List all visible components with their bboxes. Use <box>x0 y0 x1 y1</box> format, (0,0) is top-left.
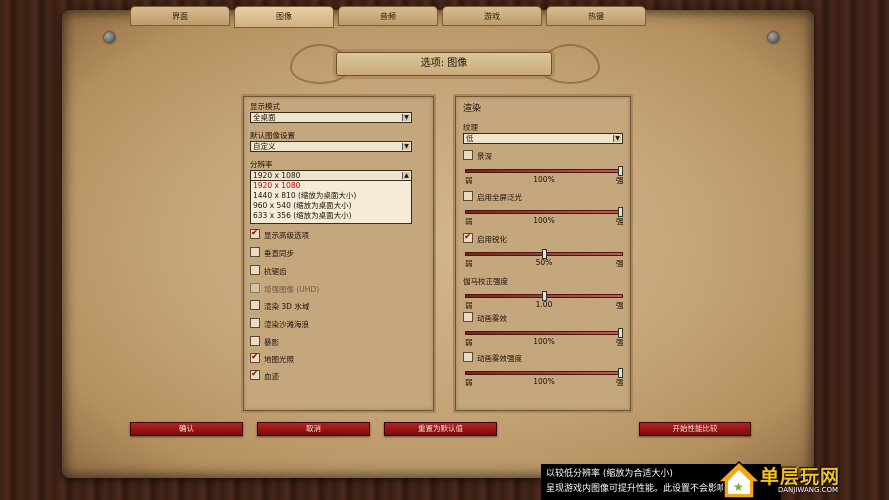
checkbox-label: 动画雾效强度 <box>477 354 522 363</box>
resolution-option[interactable]: 633 x 356 (缩放为桌面大小) <box>251 211 411 221</box>
slider-value: 100% <box>533 175 555 184</box>
slider[interactable] <box>465 249 623 259</box>
texture-select[interactable]: 低 ▼ <box>463 133 623 144</box>
logo-subtext: DANJIWANG.COM <box>778 486 839 494</box>
default-settings-label: 默认图像设置 <box>250 131 295 140</box>
options-parchment <box>62 10 814 478</box>
checkbox[interactable] <box>250 318 260 328</box>
resolution-option[interactable]: 1440 x 810 (缩放为桌面大小) <box>251 191 411 201</box>
resolution-dropdown-list: 1920 x 1080 1440 x 810 (缩放为桌面大小) 960 x 5… <box>250 180 412 224</box>
reset-defaults-button[interactable]: 重置为默认值 <box>384 422 497 436</box>
slider[interactable] <box>465 207 623 217</box>
checkbox[interactable] <box>250 228 260 239</box>
slider[interactable] <box>465 328 623 338</box>
checkbox[interactable] <box>250 369 260 380</box>
tab-game[interactable]: 游戏 <box>442 6 542 26</box>
checkbox[interactable] <box>250 265 260 275</box>
checkbox-label: 景深 <box>477 152 492 161</box>
checkbox[interactable] <box>463 352 473 362</box>
display-mode-value: 全桌面 <box>253 113 276 122</box>
checkbox-label: 垂直同步 <box>264 249 294 258</box>
resolution-label: 分辨率 <box>250 160 273 169</box>
chevron-up-icon: ▲ <box>402 172 410 179</box>
resolution-value: 1920 x 1080 <box>253 171 301 180</box>
checkbox-label: 启用全屏泛光 <box>477 193 522 202</box>
checkbox-label: 增强图像 (UHD) <box>264 285 320 294</box>
slider-max-label: 强 <box>616 301 624 310</box>
slider-value: 100% <box>533 337 555 346</box>
render-heading: 渲染 <box>463 104 482 114</box>
checkbox-label: 显示高级选项 <box>264 231 309 240</box>
slider-min-label: 弱 <box>465 217 473 226</box>
checkbox[interactable] <box>463 191 473 201</box>
rivet-icon <box>768 32 779 43</box>
slider[interactable] <box>465 368 623 378</box>
checkbox[interactable] <box>463 150 473 160</box>
slider-max-label: 强 <box>616 338 624 347</box>
logo-text: 单层玩网 <box>760 466 841 488</box>
slider-value: 100% <box>533 377 555 386</box>
resolution-option[interactable]: 1920 x 1080 <box>251 181 411 191</box>
slider-max-label: 强 <box>616 176 624 185</box>
checkbox[interactable] <box>250 247 260 257</box>
watermark-logo: ★ 单层玩网 DANJIWANG.COM <box>712 458 889 500</box>
ok-button[interactable]: 确认 <box>130 422 243 436</box>
tab-hotkeys[interactable]: 热键 <box>546 6 646 26</box>
slider-max-label: 强 <box>616 259 624 268</box>
options-tabbar: 界面 图像 音频 游戏 热键 <box>130 6 646 28</box>
default-settings-value: 自定义 <box>253 142 276 151</box>
checkbox-label: 动画雾效 <box>477 314 507 323</box>
slider[interactable] <box>465 291 623 301</box>
slider-min-label: 弱 <box>465 259 473 268</box>
checkbox[interactable] <box>250 352 260 363</box>
chevron-down-icon: ▼ <box>402 114 410 121</box>
setting-label: 伽马校正强度 <box>463 277 508 286</box>
checkbox-label: 地图光照 <box>264 355 294 364</box>
display-mode-select[interactable]: 全桌面 ▼ <box>250 112 412 123</box>
checkbox[interactable] <box>250 336 260 346</box>
checkbox-label: 暴影 <box>264 338 279 347</box>
cancel-button[interactable]: 取消 <box>257 422 370 436</box>
slider-min-label: 弱 <box>465 176 473 185</box>
slider-min-label: 弱 <box>465 338 473 347</box>
page-title: 选项: 图像 <box>336 52 552 76</box>
slider-min-label: 弱 <box>465 378 473 387</box>
checkbox-label: 渲染 3D 水域 <box>264 302 310 311</box>
house-icon: ★ <box>716 460 762 499</box>
texture-label: 纹理 <box>463 123 478 132</box>
chevron-down-icon: ▼ <box>402 143 410 150</box>
checkbox-label: 抗锯齿 <box>264 267 287 276</box>
checkbox-label: 渲染沙滩海浪 <box>264 320 309 329</box>
slider-max-label: 强 <box>616 378 624 387</box>
resolution-option[interactable]: 960 x 540 (缩放为桌面大小) <box>251 201 411 211</box>
slider[interactable] <box>465 166 623 176</box>
benchmark-button[interactable]: 开始性能比较 <box>639 422 751 436</box>
rivet-icon <box>104 32 115 43</box>
slider-value: 100% <box>533 216 555 225</box>
slider-value: 50% <box>535 258 553 267</box>
checkbox[interactable] <box>250 300 260 310</box>
slider-value: 1.00 <box>535 300 553 309</box>
tab-audio[interactable]: 音频 <box>338 6 438 26</box>
checkbox[interactable] <box>463 312 473 322</box>
texture-value: 低 <box>466 134 474 143</box>
tab-interface[interactable]: 界面 <box>130 6 230 26</box>
svg-text:★: ★ <box>733 480 744 494</box>
display-mode-label: 显示模式 <box>250 102 280 111</box>
chevron-down-icon: ▼ <box>613 135 621 142</box>
slider-max-label: 强 <box>616 217 624 226</box>
checkbox-label: 血迹 <box>264 372 279 381</box>
default-settings-select[interactable]: 自定义 ▼ <box>250 141 412 152</box>
checkbox-label: 启用锐化 <box>477 235 507 244</box>
checkbox <box>250 283 260 293</box>
slider-min-label: 弱 <box>465 301 473 310</box>
checkbox[interactable] <box>463 232 473 243</box>
tab-graphics[interactable]: 图像 <box>234 6 334 28</box>
